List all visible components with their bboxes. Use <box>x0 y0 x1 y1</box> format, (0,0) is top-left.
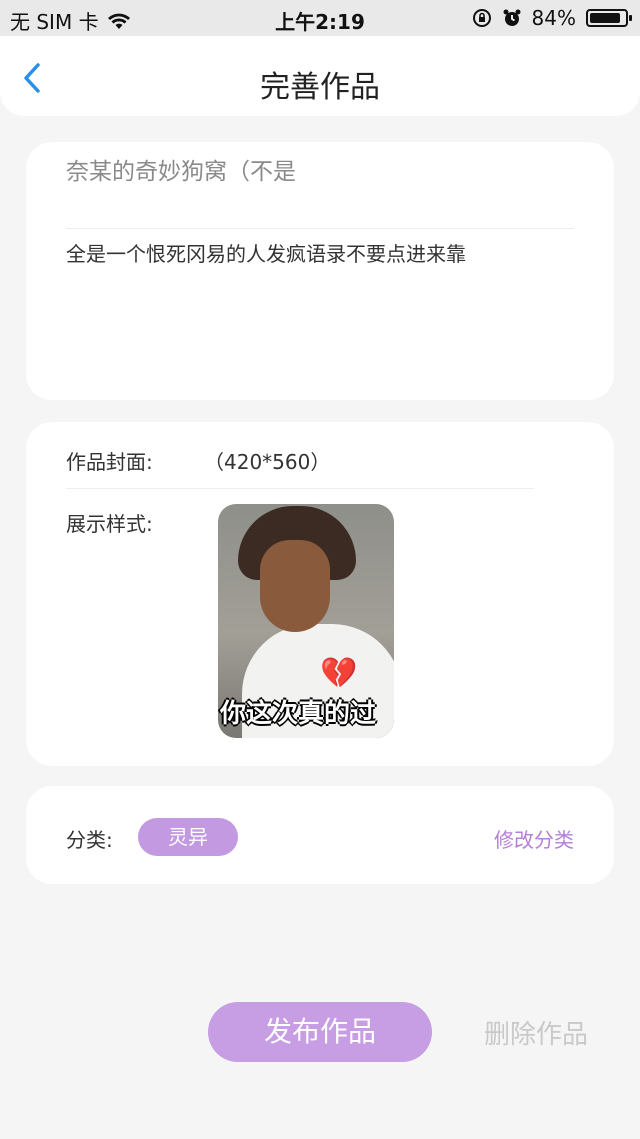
cover-card: 作品封面: （420*560） 展示样式: 💔 你这次真的过 <box>26 422 614 766</box>
category-card: 分类: 灵异 修改分类 <box>26 786 614 884</box>
work-info-card: 奈某的奇妙狗窝（不是 全是一个恨死冈易的人发疯语录不要点进来靠 <box>26 142 614 400</box>
delete-button[interactable]: 删除作品 <box>484 1014 588 1051</box>
page-title: 完善作品 <box>260 70 380 105</box>
cover-size-hint: （420*560） <box>204 450 331 474</box>
cover-label: 作品封面: <box>66 450 153 474</box>
orientation-lock-icon <box>472 9 491 27</box>
publish-button[interactable]: 发布作品 <box>208 1002 432 1062</box>
broken-heart-icon: 💔 <box>320 656 358 691</box>
status-right: 84% <box>472 6 632 30</box>
cover-caption: 你这次真的过 <box>220 699 377 729</box>
work-description-input[interactable]: 全是一个恨死冈易的人发疯语录不要点进来靠 <box>66 238 466 267</box>
display-style-label: 展示样式: <box>66 512 153 536</box>
battery-percent: 84% <box>531 6 576 30</box>
alarm-icon <box>503 9 521 26</box>
cover-divider <box>66 488 534 489</box>
category-label: 分类: <box>66 828 113 852</box>
edit-category-link[interactable]: 修改分类 <box>494 824 574 853</box>
status-bar: 无 SIM 卡 上午2:19 84% <box>0 0 640 36</box>
work-title-input[interactable]: 奈某的奇妙狗窝（不是 <box>66 152 296 186</box>
nav-bar: 完善作品 <box>0 36 640 116</box>
title-divider <box>66 228 574 229</box>
category-tag: 灵异 <box>138 818 238 856</box>
battery-icon <box>586 9 632 27</box>
cover-image[interactable]: 💔 你这次真的过 <box>218 504 394 738</box>
